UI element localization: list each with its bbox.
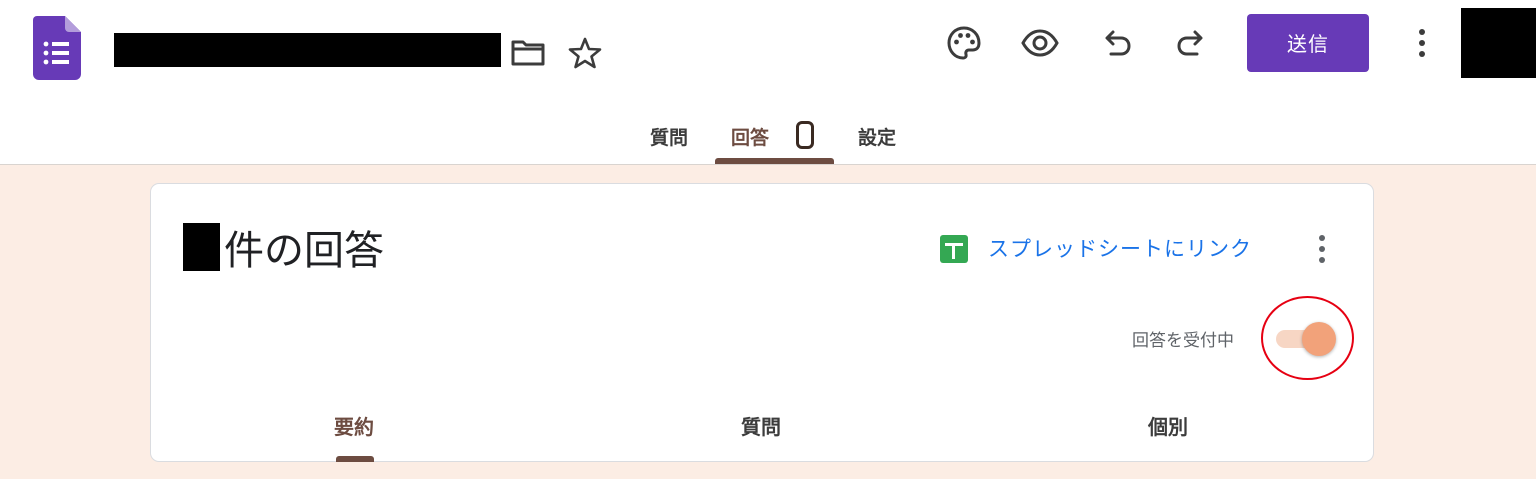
response-count-redacted	[183, 223, 220, 271]
subtab-summary[interactable]: 要約	[334, 411, 374, 440]
tab-responses[interactable]: 回答	[731, 123, 769, 150]
card-more-vert-icon[interactable]	[1310, 233, 1334, 267]
subtab-question[interactable]: 質問	[741, 411, 781, 440]
star-icon[interactable]	[568, 36, 602, 70]
palette-icon[interactable]	[946, 25, 982, 61]
form-title-redacted[interactable]	[114, 33, 501, 67]
link-to-sheets-button[interactable]: スプレッドシートにリンク	[988, 233, 1252, 263]
folder-icon[interactable]	[510, 37, 546, 67]
tab-questions[interactable]: 質問	[650, 123, 688, 150]
google-forms-icon[interactable]	[33, 16, 81, 80]
highlight-annotation-circle	[1261, 296, 1354, 380]
accepting-responses-label: 回答を受付中	[1132, 331, 1234, 351]
tab-settings[interactable]: 設定	[858, 123, 896, 150]
redo-icon[interactable]	[1175, 28, 1207, 58]
account-avatar-redacted[interactable]	[1461, 8, 1536, 78]
more-vert-icon[interactable]	[1410, 26, 1434, 60]
tab-active-indicator	[715, 158, 834, 164]
send-button[interactable]: 送信	[1247, 14, 1369, 72]
undo-icon[interactable]	[1101, 28, 1133, 58]
responses-title: 件の回答	[224, 228, 384, 274]
google-sheets-icon[interactable]	[940, 235, 968, 263]
response-count-badge	[796, 121, 814, 149]
subtab-individual[interactable]: 個別	[1148, 411, 1188, 440]
eye-icon[interactable]	[1021, 28, 1059, 58]
subtab-active-indicator	[336, 456, 374, 462]
